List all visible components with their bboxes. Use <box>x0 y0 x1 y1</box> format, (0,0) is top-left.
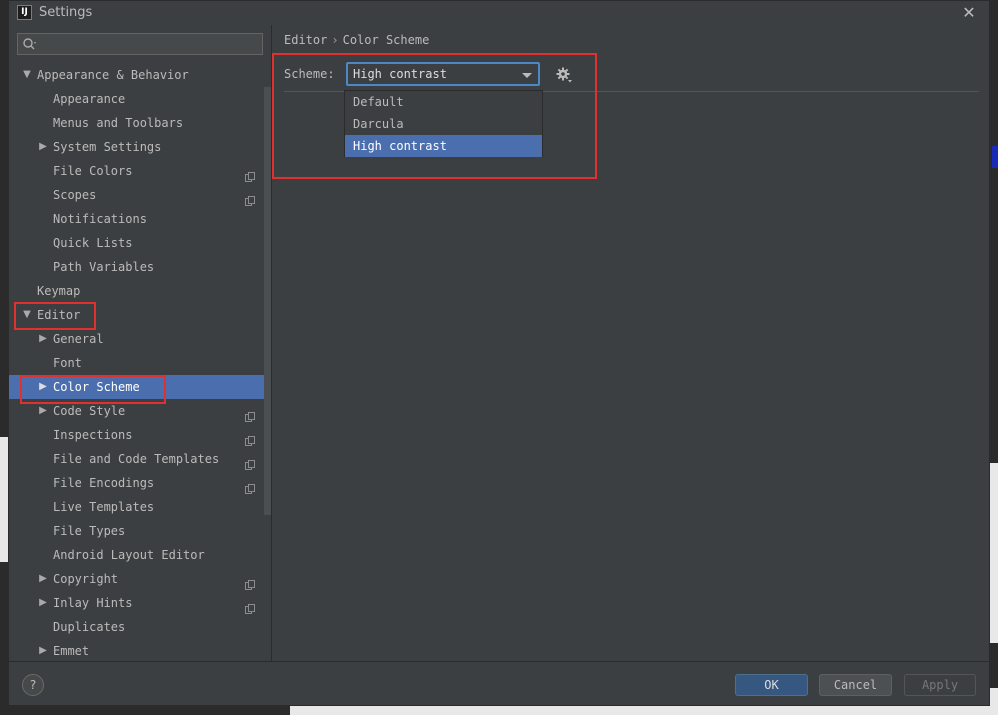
dialog-button-bar: ? OK Cancel Apply <box>9 661 989 705</box>
tree-item-copyright[interactable]: ▶ Copyright <box>9 567 271 591</box>
collapsed-arrow-icon[interactable]: ▶ <box>37 327 49 351</box>
tree-item-file-types[interactable]: File Types <box>9 519 271 543</box>
cancel-button[interactable]: Cancel <box>819 674 892 696</box>
tree-item-file-colors[interactable]: File Colors <box>9 159 271 183</box>
copy-icon <box>245 478 255 494</box>
tree-item-label: Font <box>53 356 82 370</box>
copy-icon <box>245 190 255 206</box>
app-logo-icon: IJ <box>17 5 32 20</box>
tree-item-file-encodings[interactable]: File Encodings <box>9 471 271 495</box>
collapsed-arrow-icon[interactable]: ▶ <box>37 135 49 159</box>
window-title: Settings <box>39 5 93 20</box>
annotation-frame-color-scheme <box>20 375 166 404</box>
search-input[interactable] <box>40 36 258 54</box>
breadcrumb-parent: Editor <box>284 33 328 47</box>
tree-item-label: Notifications <box>53 212 147 226</box>
tree-item-emmet[interactable]: ▶ Emmet <box>9 639 271 661</box>
copy-icon <box>245 598 255 614</box>
tree-item-label: Appearance <box>53 92 126 106</box>
tree-item-label: Inlay Hints <box>53 596 133 610</box>
tree-item-scopes[interactable]: Scopes <box>9 183 271 207</box>
copy-icon <box>245 574 255 590</box>
tree-item-label: Android Layout Editor <box>53 548 205 562</box>
apply-button[interactable]: Apply <box>904 674 976 696</box>
breadcrumb-current: Color Scheme <box>342 33 430 47</box>
tree-item-quick-lists[interactable]: Quick Lists <box>9 231 271 255</box>
tree-item-label: Inspections <box>53 428 133 442</box>
tree-item-label: File and Code Templates <box>53 452 220 466</box>
close-button[interactable]: ✕ <box>959 3 979 23</box>
copy-icon <box>245 406 255 422</box>
tree-item-appearance[interactable]: Appearance <box>9 87 271 111</box>
tree-item-appearance-behavior[interactable]: ▼ Appearance & Behavior <box>9 63 271 87</box>
tree-item-label: Keymap <box>37 284 81 298</box>
tree-item-font[interactable]: Font <box>9 351 271 375</box>
collapsed-arrow-icon[interactable]: ▶ <box>37 591 49 615</box>
settings-tree-panel: ▼ Appearance & Behavior Appearance Menus an… <box>9 25 272 661</box>
tree-item-label: Live Templates <box>53 500 155 514</box>
expanded-arrow-icon[interactable]: ▼ <box>21 63 33 87</box>
copy-icon <box>245 430 255 446</box>
breadcrumb: Editor › Color Scheme <box>284 33 429 47</box>
background-app-right-light <box>990 463 998 643</box>
close-icon: ✕ <box>962 3 976 22</box>
tree-item-label: Copyright <box>53 572 119 586</box>
tree-item-label: System Settings <box>53 140 162 154</box>
tree-item-inlay-hints[interactable]: ▶ Inlay Hints <box>9 591 271 615</box>
annotation-frame-editor <box>14 302 96 330</box>
tree-item-live-templates[interactable]: Live Templates <box>9 495 271 519</box>
breadcrumb-separator: › <box>331 33 339 47</box>
tree-item-label: Emmet <box>53 644 90 658</box>
tree-item-android-layout-editor[interactable]: Android Layout Editor <box>9 543 271 567</box>
tree-item-label: File Types <box>53 524 126 538</box>
background-app-left <box>0 0 8 715</box>
search-field[interactable] <box>17 33 263 55</box>
background-app-left-light <box>0 437 8 562</box>
collapsed-arrow-icon[interactable]: ▶ <box>37 567 49 591</box>
help-icon: ? <box>29 678 37 692</box>
tree-item-keymap[interactable]: Keymap <box>9 279 271 303</box>
tree-item-inspections[interactable]: Inspections <box>9 423 271 447</box>
ok-button[interactable]: OK <box>735 674 808 696</box>
tree-item-general[interactable]: ▶ General <box>9 327 271 351</box>
tree-item-notifications[interactable]: Notifications <box>9 207 271 231</box>
tree-item-system-settings[interactable]: ▶ System Settings <box>9 135 271 159</box>
title-bar: IJ Settings ✕ <box>9 1 989 25</box>
tree-item-label: File Encodings <box>53 476 155 490</box>
tree-item-label: Quick Lists <box>53 236 133 250</box>
tree-item-label: Duplicates <box>53 620 126 634</box>
collapsed-arrow-icon[interactable]: ▶ <box>37 639 49 661</box>
tree-item-label: Path Variables <box>53 260 155 274</box>
tree-scrollbar-thumb[interactable] <box>264 87 271 515</box>
background-app-right-highlight <box>992 146 998 168</box>
tree-item-duplicates[interactable]: Duplicates <box>9 615 271 639</box>
search-icon <box>23 38 36 50</box>
help-button[interactable]: ? <box>22 674 44 696</box>
tree-item-label: Menus and Toolbars <box>53 116 184 130</box>
tree-item-file-and-code-templates[interactable]: File and Code Templates <box>9 447 271 471</box>
tree-item-label: File Colors <box>53 164 133 178</box>
annotation-frame-scheme-dropdown <box>272 53 597 179</box>
tree-item-label: Scopes <box>53 188 97 202</box>
tree-item-label: Appearance & Behavior <box>37 68 189 82</box>
copy-icon <box>245 454 255 470</box>
copy-icon <box>245 166 255 182</box>
tree-item-label: General <box>53 332 104 346</box>
tree-item-path-variables[interactable]: Path Variables <box>9 255 271 279</box>
settings-dialog: IJ Settings ✕ ▼ Appearance & Behavior Appe… <box>8 0 990 706</box>
tree-item-menus-and-toolbars[interactable]: Menus and Toolbars <box>9 111 271 135</box>
